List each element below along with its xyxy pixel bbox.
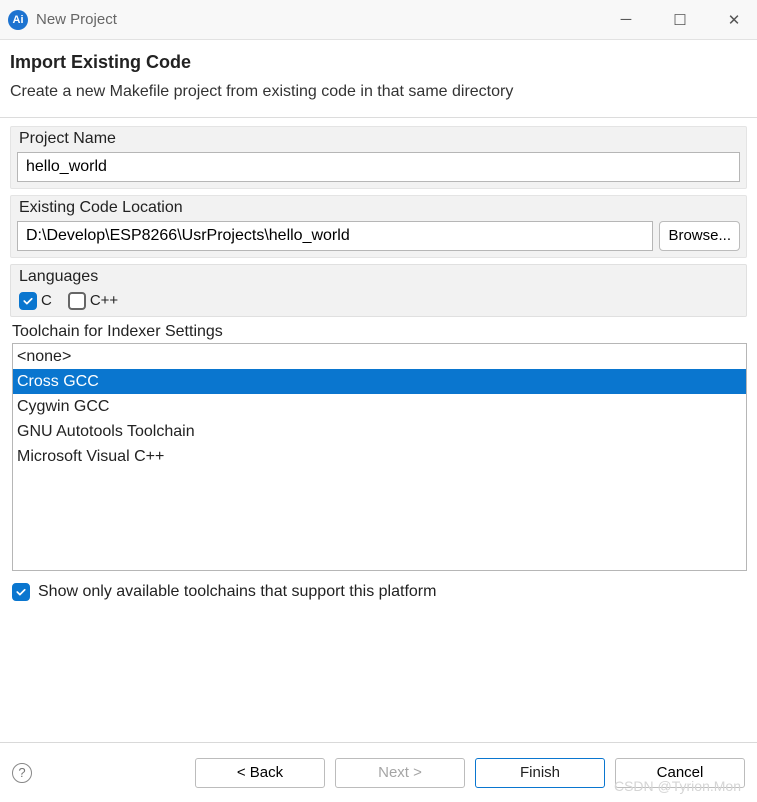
show-only-label: Show only available toolchains that supp… <box>38 583 436 601</box>
finish-button[interactable]: Finish <box>475 758 605 788</box>
wizard-header: Import Existing Code Create a new Makefi… <box>0 40 757 118</box>
language-option-cpp: C++ <box>68 292 118 310</box>
project-name-input[interactable] <box>17 152 740 182</box>
check-icon <box>15 586 27 598</box>
language-label-c: C <box>41 292 52 309</box>
window-controls: ─ ☐ ✕ <box>611 11 749 29</box>
existing-code-group: Existing Code Location Browse... <box>10 195 747 258</box>
show-only-checkbox[interactable] <box>12 583 30 601</box>
window-title: New Project <box>36 11 117 28</box>
browse-button[interactable]: Browse... <box>659 221 740 251</box>
page-description: Create a new Makefile project from exist… <box>10 81 570 103</box>
project-name-label: Project Name <box>17 130 740 148</box>
back-button[interactable]: < Back <box>195 758 325 788</box>
toolchain-option[interactable]: Cross GCC <box>13 369 746 394</box>
toolchain-option[interactable]: GNU Autotools Toolchain <box>13 419 746 444</box>
wizard-footer: ? < Back Next > Finish Cancel <box>0 742 757 802</box>
toolchain-option[interactable]: Microsoft Visual C++ <box>13 444 746 469</box>
existing-code-input[interactable] <box>17 221 653 251</box>
toolchain-option[interactable]: Cygwin GCC <box>13 394 746 419</box>
titlebar: Ai New Project ─ ☐ ✕ <box>0 0 757 40</box>
languages-checkbox-row: C C++ <box>17 290 740 310</box>
languages-group: Languages C C++ <box>10 264 747 317</box>
page-title: Import Existing Code <box>10 52 747 73</box>
app-icon: Ai <box>8 10 28 30</box>
language-checkbox-c[interactable] <box>19 292 37 310</box>
next-button: Next > <box>335 758 465 788</box>
toolchain-list[interactable]: <none>Cross GCCCygwin GCCGNU Autotools T… <box>12 343 747 571</box>
form-panel: Project Name Existing Code Location Brow… <box>0 118 757 615</box>
existing-code-label: Existing Code Location <box>17 199 740 217</box>
help-icon[interactable]: ? <box>12 763 32 783</box>
cancel-button[interactable]: Cancel <box>615 758 745 788</box>
toolchain-option[interactable]: <none> <box>13 344 746 369</box>
languages-label: Languages <box>17 268 740 286</box>
toolchain-group: Toolchain for Indexer Settings <none>Cro… <box>10 323 747 573</box>
project-name-group: Project Name <box>10 126 747 189</box>
show-only-row: Show only available toolchains that supp… <box>10 577 747 605</box>
check-icon <box>22 295 34 307</box>
minimize-icon[interactable]: ─ <box>611 11 641 29</box>
maximize-icon[interactable]: ☐ <box>665 11 695 29</box>
close-icon[interactable]: ✕ <box>719 11 749 29</box>
language-option-c: C <box>19 292 52 310</box>
language-label-cpp: C++ <box>90 292 118 309</box>
language-checkbox-cpp[interactable] <box>68 292 86 310</box>
toolchain-label: Toolchain for Indexer Settings <box>12 323 747 341</box>
